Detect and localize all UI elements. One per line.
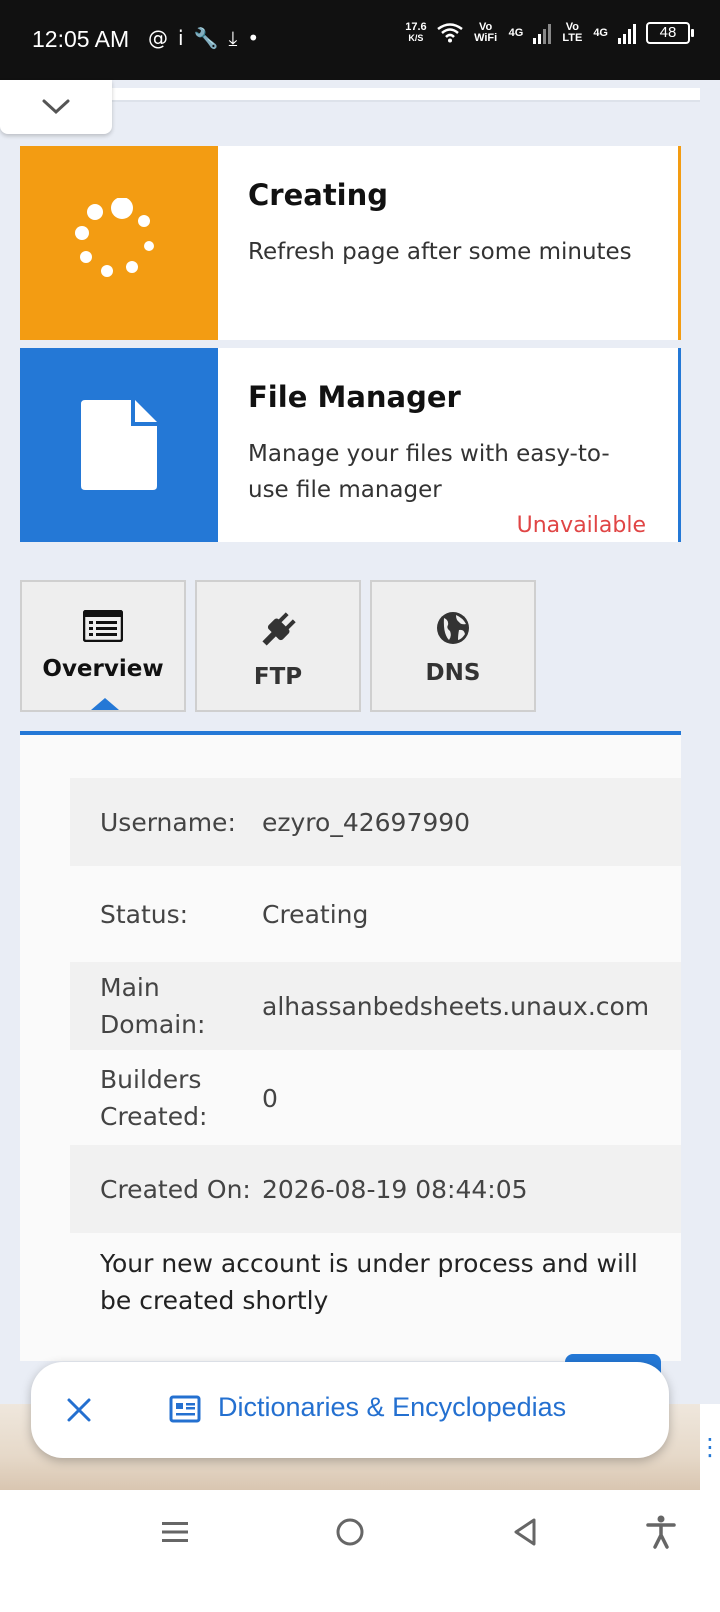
- builders-label: Builders Created:: [100, 1065, 208, 1131]
- created-on-label: Created On:: [100, 1174, 251, 1204]
- file-icon: [81, 400, 157, 490]
- detail-row-created-on: Created On: 2026-08-19 08:44:05: [70, 1145, 681, 1233]
- lte2-label: 4G: [593, 26, 608, 39]
- lte1-label: 4G: [508, 26, 524, 39]
- status-icons: 17.6 K/S Vo WiFi 4G Vo LTE 4G 48: [405, 21, 694, 44]
- file-manager-title: File Manager: [248, 380, 461, 414]
- builders-value: 0: [262, 1083, 278, 1113]
- creating-icon-box: [20, 146, 218, 340]
- signal-icon-2: [618, 22, 636, 44]
- status-label: Status:: [100, 899, 189, 929]
- chevron-down-icon: [42, 99, 70, 115]
- close-icon[interactable]: [61, 1392, 97, 1428]
- creating-description: Refresh page after some minutes: [248, 239, 632, 265]
- volte-label: Vo LTE: [562, 21, 583, 44]
- menu-icon[interactable]: [155, 1512, 195, 1552]
- detail-row-domain: Main Domain: alhassanbedsheets.unaux.com: [70, 962, 681, 1050]
- tab-bar: Overview FTP DNS: [20, 580, 536, 712]
- info-icon: ⅰ: [178, 26, 194, 50]
- dot-icon: •: [247, 26, 270, 50]
- back-icon[interactable]: [505, 1512, 545, 1552]
- threads-icon: @: [148, 26, 178, 50]
- unavailable-badge: Unavailable: [516, 513, 646, 538]
- list-icon: [83, 610, 123, 642]
- signal-icon: [533, 22, 552, 44]
- clock: 12:05 AM: [32, 26, 130, 52]
- tab-dns-label: DNS: [425, 660, 481, 686]
- navigation-bar: [0, 1490, 720, 1612]
- creating-card: Creating Refresh page after some minutes: [20, 146, 681, 340]
- detail-row-builders: Builders Created: 0: [70, 1053, 681, 1143]
- file-manager-icon-box: [20, 348, 218, 542]
- username-label: Username:: [100, 807, 236, 837]
- tab-ftp-label: FTP: [253, 664, 303, 690]
- more-options-icon[interactable]: ⋮: [698, 1404, 720, 1490]
- tab-overview-label: Overview: [42, 656, 164, 682]
- status-value: Creating: [262, 899, 369, 929]
- suggestion-chip[interactable]: Dictionaries & Encyclopedias: [31, 1362, 669, 1458]
- top-strip: [110, 88, 700, 102]
- creating-title: Creating: [248, 178, 389, 212]
- tab-overview[interactable]: Overview: [20, 580, 186, 712]
- spinner-icon: [75, 198, 154, 277]
- collapse-button[interactable]: [0, 80, 112, 134]
- globe-icon: [437, 612, 469, 644]
- file-manager-card[interactable]: File Manager Manage your files with easy…: [20, 348, 681, 542]
- file-manager-description: Manage your files with easy-to-use file …: [248, 441, 610, 503]
- tab-dns[interactable]: DNS: [370, 580, 536, 712]
- accessibility-icon[interactable]: [641, 1512, 681, 1552]
- download-icon: ⤓: [228, 26, 248, 50]
- status-bar: 12:05 AM @ⅰ🔧⤓• 17.6 K/S Vo WiFi 4G Vo LT…: [0, 0, 720, 80]
- plug-icon: [262, 612, 296, 646]
- battery-icon: 48: [646, 22, 694, 44]
- overview-panel: Username: ezyro_42697990 Status: Creatin…: [20, 731, 681, 1361]
- domain-value[interactable]: alhassanbedsheets.unaux.com: [262, 992, 649, 1021]
- net-speed: 17.6 K/S: [405, 21, 427, 44]
- home-icon[interactable]: [330, 1512, 370, 1552]
- wrench-icon: 🔧: [193, 26, 229, 50]
- detail-row-status: Status: Creating: [70, 868, 681, 960]
- domain-label: Main Domain:: [100, 973, 206, 1039]
- username-value: ezyro_42697990: [262, 807, 471, 837]
- vowifi-label: Vo WiFi: [474, 21, 498, 44]
- dictionary-icon: [169, 1395, 201, 1423]
- notification-icons: @ⅰ🔧⤓•: [148, 26, 269, 50]
- process-notice: Your new account is under process and wi…: [100, 1249, 638, 1315]
- wifi-icon: [436, 23, 463, 43]
- detail-row-username: Username: ezyro_42697990: [70, 778, 681, 866]
- created-on-value: 2026-08-19 08:44:05: [262, 1174, 528, 1204]
- tab-ftp[interactable]: FTP: [195, 580, 361, 712]
- chip-label: Dictionaries & Encyclopedias: [218, 1392, 567, 1422]
